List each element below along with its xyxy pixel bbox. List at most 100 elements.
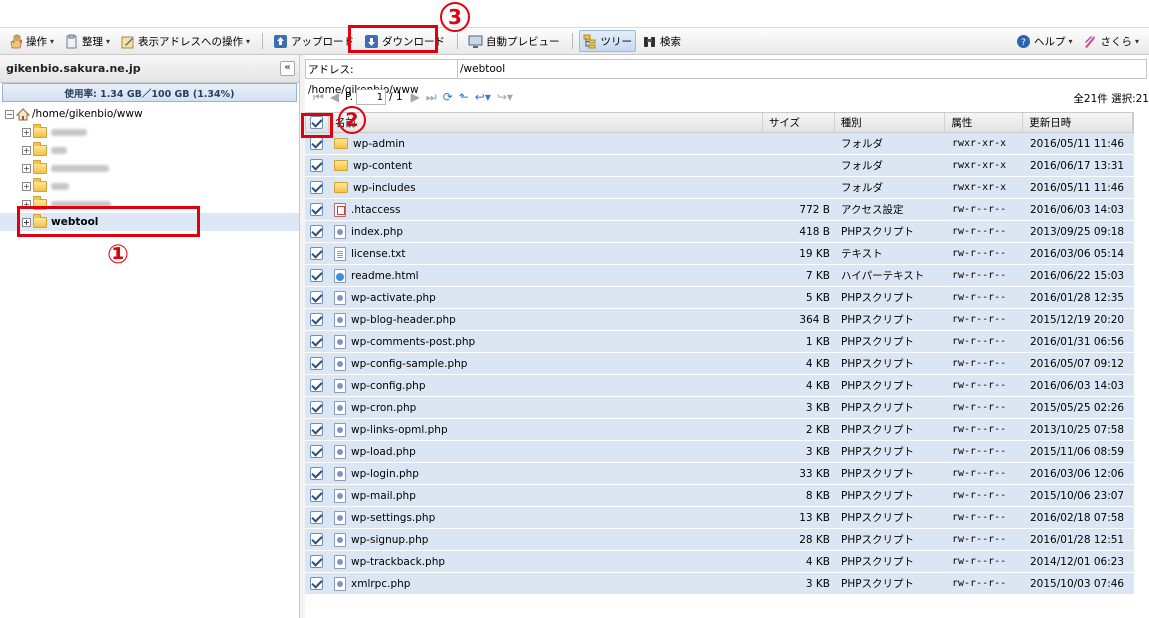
prev-page-icon[interactable]: ◀ <box>330 90 339 104</box>
file-row[interactable]: wp-admin フォルダ rwxr-xr-x 2016/05/11 11:46 <box>305 133 1134 155</box>
tree-folder-node[interactable]: + <box>0 177 299 195</box>
page-number-input[interactable] <box>356 89 387 105</box>
last-page-icon[interactable]: ⏭ <box>426 90 437 105</box>
auto-preview-button[interactable]: 自動プレビュー <box>464 30 564 52</box>
file-name-cell[interactable]: wp-config.php <box>328 375 763 396</box>
file-row[interactable]: readme.html 7 KB ハイパーテキスト rw-r--r-- 2016/06/… <box>305 265 1134 287</box>
row-checkbox[interactable] <box>310 555 323 568</box>
expand-toggle-icon[interactable]: + <box>22 145 31 155</box>
row-select-cell[interactable] <box>305 507 328 528</box>
row-select-cell[interactable] <box>305 419 328 440</box>
file-name-cell[interactable]: index.php <box>328 221 763 242</box>
file-row[interactable]: license.txt 19 KB テキスト rw-r--r-- 2016/03/06 … <box>305 243 1134 265</box>
help-menu-button[interactable]: ? ヘルプ ▾ <box>1012 30 1077 52</box>
file-row[interactable]: wp-config-sample.php 4 KB PHPスクリプト rw-r--r-… <box>305 353 1134 375</box>
refresh-icon[interactable]: ⟳ <box>443 90 453 104</box>
file-row[interactable]: wp-content フォルダ rwxr-xr-x 2016/06/17 13:31 <box>305 155 1134 177</box>
tree-root-node[interactable]: − /home/gikenbio/www <box>0 105 299 123</box>
file-name-cell[interactable]: xmlrpc.php <box>328 573 763 594</box>
row-checkbox[interactable] <box>310 467 323 480</box>
row-select-cell[interactable] <box>305 155 328 176</box>
row-checkbox[interactable] <box>310 489 323 502</box>
row-select-cell[interactable] <box>305 353 328 374</box>
column-header-permissions[interactable]: 属性 <box>945 113 1024 132</box>
row-checkbox[interactable] <box>310 181 323 194</box>
expand-toggle-icon[interactable]: + <box>22 127 31 137</box>
row-checkbox[interactable] <box>310 159 323 172</box>
row-checkbox[interactable] <box>310 137 323 150</box>
collapse-panel-button[interactable]: « <box>280 61 295 76</box>
row-checkbox[interactable] <box>310 401 323 414</box>
row-select-cell[interactable] <box>305 133 328 154</box>
tree-folder-node-webtool[interactable]: + webtool <box>0 213 299 231</box>
tree-folder-node[interactable]: + <box>0 123 299 141</box>
file-row[interactable]: index.php 418 B PHPスクリプト rw-r--r-- 2013/09/2… <box>305 221 1134 243</box>
collapse-toggle-icon[interactable]: − <box>5 109 14 119</box>
column-header-size[interactable]: サイズ <box>763 113 835 132</box>
sakura-menu-button[interactable]: さくら ▾ <box>1078 30 1143 52</box>
file-row[interactable]: wp-links-opml.php 2 KB PHPスクリプト rw-r--r-- 20… <box>305 419 1134 441</box>
row-select-cell[interactable] <box>305 177 328 198</box>
tree-toggle-button[interactable]: ツリー <box>578 30 637 52</box>
row-checkbox[interactable] <box>310 247 323 260</box>
row-select-cell[interactable] <box>305 529 328 550</box>
file-row[interactable]: wp-signup.php 28 KB PHPスクリプト rw-r--r-- 2016/… <box>305 529 1134 551</box>
file-name-cell[interactable]: wp-login.php <box>328 463 763 484</box>
row-select-cell[interactable] <box>305 397 328 418</box>
file-name-cell[interactable]: .htaccess <box>328 199 763 220</box>
file-row[interactable]: wp-cron.php 3 KB PHPスクリプト rw-r--r-- 2015/05/… <box>305 397 1134 419</box>
row-checkbox[interactable] <box>310 291 323 304</box>
file-row[interactable]: wp-login.php 33 KB PHPスクリプト rw-r--r-- 2016/0… <box>305 463 1134 485</box>
expand-toggle-icon[interactable]: + <box>22 181 31 191</box>
file-name-cell[interactable]: wp-content <box>328 155 763 176</box>
next-page-icon[interactable]: ▶ <box>411 90 420 104</box>
row-checkbox[interactable] <box>310 357 323 370</box>
select-all-checkbox[interactable] <box>310 116 324 129</box>
expand-toggle-icon[interactable]: + <box>22 199 31 209</box>
file-name-cell[interactable]: wp-trackback.php <box>328 551 763 572</box>
row-select-cell[interactable] <box>305 265 328 286</box>
row-checkbox[interactable] <box>310 533 323 546</box>
tree-folder-node[interactable]: + <box>0 141 299 159</box>
select-all-cell[interactable] <box>306 113 329 132</box>
row-select-cell[interactable] <box>305 375 328 396</box>
download-button[interactable]: ダウンロード <box>360 30 449 52</box>
file-row[interactable]: wp-config.php 4 KB PHPスクリプト rw-r--r-- 2016/0… <box>305 375 1134 397</box>
row-checkbox[interactable] <box>310 379 323 392</box>
file-row[interactable]: wp-mail.php 8 KB PHPスクリプト rw-r--r-- 2015/10/… <box>305 485 1134 507</box>
row-select-cell[interactable] <box>305 287 328 308</box>
forward-icon[interactable]: ↪▾ <box>497 90 513 104</box>
row-checkbox[interactable] <box>310 445 323 458</box>
file-name-cell[interactable]: wp-links-opml.php <box>328 419 763 440</box>
operation-menu-button[interactable]: 操作 ▾ <box>4 30 58 52</box>
row-select-cell[interactable] <box>305 309 328 330</box>
row-checkbox[interactable] <box>310 225 323 238</box>
row-checkbox[interactable] <box>310 423 323 436</box>
upload-button[interactable]: アップロード <box>269 30 358 52</box>
first-page-icon[interactable]: ⏮ <box>313 90 324 105</box>
file-row[interactable]: .htaccess 772 B アクセス設定 rw-r--r-- 2016/06/03 … <box>305 199 1134 221</box>
file-name-cell[interactable]: wp-admin <box>328 133 763 154</box>
row-select-cell[interactable] <box>305 221 328 242</box>
row-select-cell[interactable] <box>305 441 328 462</box>
file-name-cell[interactable]: wp-config-sample.php <box>328 353 763 374</box>
file-row[interactable]: xmlrpc.php 3 KB PHPスクリプト rw-r--r-- 2015/10/0… <box>305 573 1134 595</box>
row-select-cell[interactable] <box>305 243 328 264</box>
row-select-cell[interactable] <box>305 463 328 484</box>
file-row[interactable]: wp-comments-post.php 1 KB PHPスクリプト rw-r--r-… <box>305 331 1134 353</box>
search-button[interactable]: 検索 <box>638 30 685 52</box>
expand-toggle-icon[interactable]: + <box>22 163 31 173</box>
row-checkbox[interactable] <box>310 203 323 216</box>
file-name-cell[interactable]: wp-signup.php <box>328 529 763 550</box>
file-name-cell[interactable]: wp-settings.php <box>328 507 763 528</box>
tree-folder-node[interactable]: + <box>0 159 299 177</box>
tree-folder-node[interactable]: + <box>0 195 299 213</box>
organize-menu-button[interactable]: 整理 ▾ <box>60 30 114 52</box>
back-icon[interactable]: ↩▾ <box>475 90 491 104</box>
row-select-cell[interactable] <box>305 573 328 594</box>
row-select-cell[interactable] <box>305 331 328 352</box>
expand-toggle-icon[interactable]: + <box>22 217 31 227</box>
row-select-cell[interactable] <box>305 199 328 220</box>
row-checkbox[interactable] <box>310 269 323 282</box>
file-name-cell[interactable]: wp-mail.php <box>328 485 763 506</box>
